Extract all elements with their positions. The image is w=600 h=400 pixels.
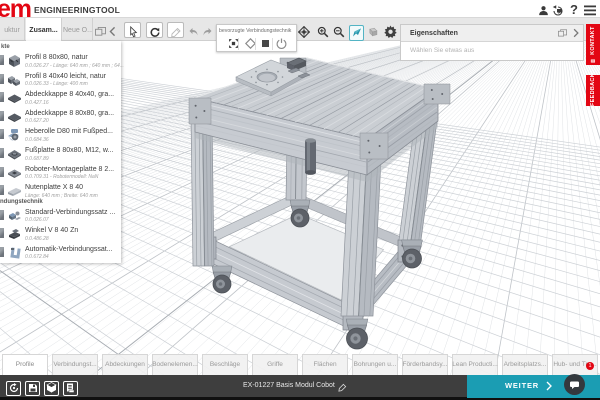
svg-text:?: ? [570,2,578,17]
